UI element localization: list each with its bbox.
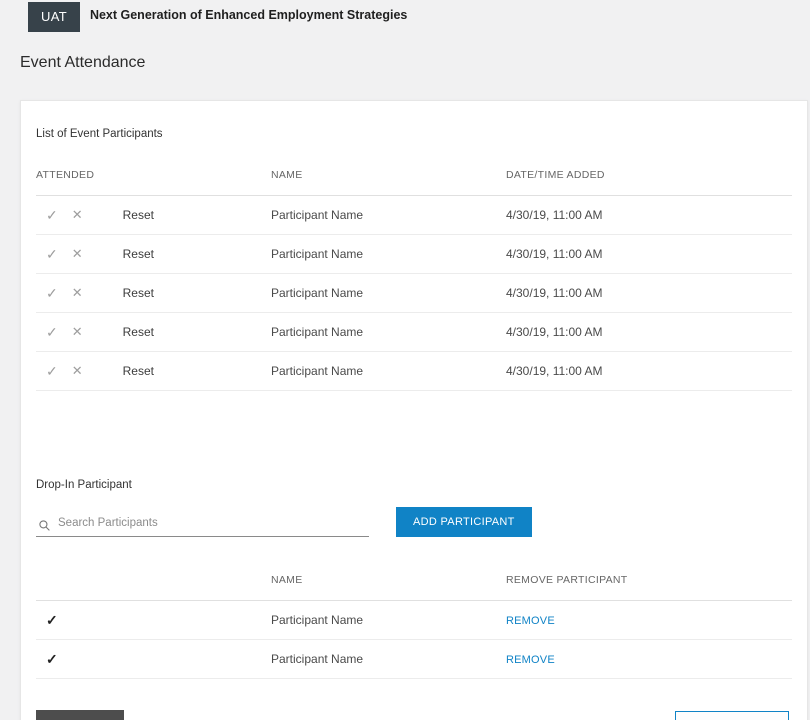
top-bar: UAT Next Generation of Enhanced Employme… — [0, 0, 810, 32]
app-title: Next Generation of Enhanced Employment S… — [90, 8, 407, 22]
column-header-name: NAME — [271, 169, 506, 181]
participants-section-title: List of Event Participants — [36, 101, 792, 140]
event-attendance-card: List of Event Participants ATTENDED NAME… — [20, 100, 808, 720]
participant-name: Participant Name — [271, 325, 506, 339]
attended-cell: ✓ ✕ Reset — [36, 207, 271, 224]
add-participant-button[interactable]: ADD PARTICIPANT — [396, 507, 532, 537]
attended-check-icon[interactable]: ✓ — [46, 246, 58, 263]
remove-link[interactable]: REMOVE — [506, 654, 555, 666]
page-title: Event Attendance — [20, 54, 810, 72]
attended-check-icon: ✓ — [46, 612, 58, 629]
attended-x-icon[interactable]: ✕ — [72, 246, 83, 262]
participant-name: Participant Name — [271, 247, 506, 261]
participant-date: 4/30/19, 11:00 AM — [506, 364, 792, 378]
attended-x-icon[interactable]: ✕ — [72, 207, 83, 223]
participant-date: 4/30/19, 11:00 AM — [506, 325, 792, 339]
table-row: ✓ ✕ Reset Participant Name 4/30/19, 11:0… — [36, 274, 792, 313]
attended-cell: ✓ — [36, 651, 271, 668]
remove-link[interactable]: REMOVE — [506, 615, 555, 627]
table-row: ✓ ✕ Reset Participant Name 4/30/19, 11:0… — [36, 352, 792, 391]
column-header-remove: REMOVE PARTICIPANT — [506, 574, 792, 586]
attended-check-icon[interactable]: ✓ — [46, 207, 58, 224]
attended-check-icon[interactable]: ✓ — [46, 285, 58, 302]
attended-cell: ✓ ✕ Reset — [36, 324, 271, 341]
table-row: ✓ ✕ Reset Participant Name 4/30/19, 11:0… — [36, 235, 792, 274]
participant-name: Participant Name — [271, 364, 506, 378]
attended-cell: ✓ ✕ Reset — [36, 363, 271, 380]
participant-date: 4/30/19, 11:00 AM — [506, 286, 792, 300]
attended-x-icon[interactable]: ✕ — [72, 363, 83, 379]
participant-name: Participant Name — [271, 208, 506, 222]
table-row: ✓ Participant Name REMOVE — [36, 601, 792, 640]
save-close-button[interactable]: SAVE & CLOSE — [675, 711, 789, 720]
dropin-section-title: Drop-In Participant — [36, 391, 792, 491]
attended-check-icon[interactable]: ✓ — [46, 324, 58, 341]
table-row: ✓ Participant Name REMOVE — [36, 640, 792, 679]
participant-name: Participant Name — [271, 286, 506, 300]
participant-name: Participant Name — [271, 613, 506, 627]
reset-link[interactable]: Reset — [123, 286, 154, 300]
attended-check-icon[interactable]: ✓ — [46, 363, 58, 380]
back-button[interactable]: ←BACK — [36, 710, 124, 720]
reset-link[interactable]: Reset — [123, 325, 154, 339]
table-row: ✓ ✕ Reset Participant Name 4/30/19, 11:0… — [36, 313, 792, 352]
column-header-name: NAME — [271, 574, 506, 586]
footer-right-group: PRINT ROSTER SAVE & CLOSE — [546, 711, 793, 720]
attended-cell: ✓ ✕ Reset — [36, 246, 271, 263]
participants-table-header: ATTENDED NAME DATE/TIME ADDED — [36, 154, 792, 196]
reset-link[interactable]: Reset — [123, 247, 154, 261]
environment-badge: UAT — [28, 2, 80, 32]
column-header-date: DATE/TIME ADDED — [506, 169, 792, 181]
column-header-attended: ATTENDED — [36, 169, 271, 181]
search-field-wrap — [36, 511, 369, 537]
dropin-search-row: ADD PARTICIPANT — [36, 507, 792, 537]
attended-cell: ✓ ✕ Reset — [36, 285, 271, 302]
table-row: ✓ ✕ Reset Participant Name 4/30/19, 11:0… — [36, 196, 792, 235]
attended-x-icon[interactable]: ✕ — [72, 285, 83, 301]
attended-x-icon[interactable]: ✕ — [72, 324, 83, 340]
search-icon — [38, 519, 51, 532]
search-participants-input[interactable] — [36, 511, 369, 537]
attended-cell: ✓ — [36, 612, 271, 629]
footer-actions: ←BACK PRINT ROSTER SAVE & CLOSE — [36, 710, 792, 720]
reset-link[interactable]: Reset — [123, 364, 154, 378]
attended-check-icon: ✓ — [46, 651, 58, 668]
reset-link[interactable]: Reset — [123, 208, 154, 222]
participant-date: 4/30/19, 11:00 AM — [506, 208, 792, 222]
participant-date: 4/30/19, 11:00 AM — [506, 247, 792, 261]
participant-name: Participant Name — [271, 652, 506, 666]
dropin-table-header: NAME REMOVE PARTICIPANT — [36, 559, 792, 601]
